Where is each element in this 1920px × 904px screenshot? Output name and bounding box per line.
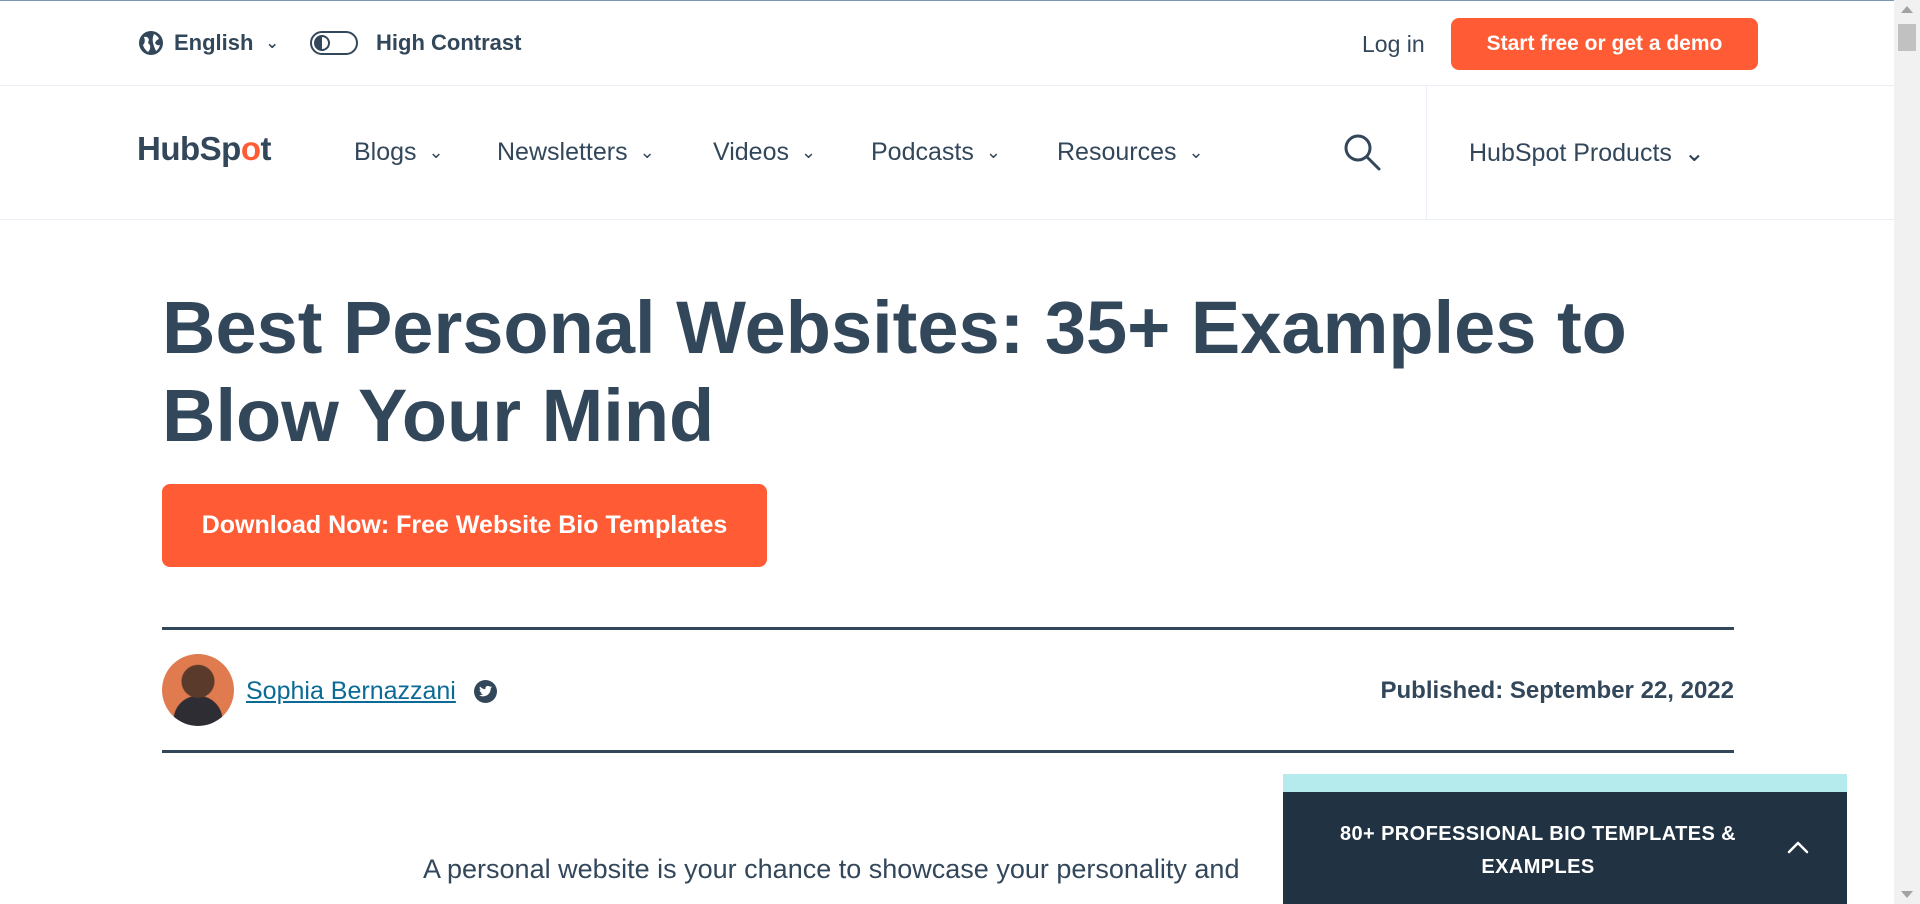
nav-item-videos[interactable]: Videos ⌄: [713, 138, 816, 167]
search-button[interactable]: [1342, 132, 1382, 172]
chevron-down-icon: ⌄: [1188, 142, 1204, 162]
nav-item-label: Videos: [713, 138, 789, 166]
vertical-scrollbar[interactable]: [1894, 0, 1920, 904]
nav-item-label: Newsletters: [497, 138, 628, 166]
language-label: English: [174, 30, 254, 55]
card-panel: 80+ PROFESSIONAL BIO TEMPLATES & EXAMPLE…: [1283, 792, 1847, 904]
nav-item-podcasts[interactable]: Podcasts ⌄: [871, 138, 1001, 167]
nav-divider: [1426, 86, 1427, 220]
nav-item-label: Resources: [1057, 138, 1177, 166]
scroll-down-arrow-icon[interactable]: [1901, 891, 1913, 898]
scroll-up-arrow-icon[interactable]: [1901, 6, 1913, 13]
chevron-down-icon: ⌄: [639, 142, 655, 162]
author-avatar: [162, 654, 234, 726]
published-date: Published: September 22, 2022: [1380, 677, 1734, 704]
hubspot-logo[interactable]: HubSpot: [137, 130, 271, 168]
card-accent-bar: [1283, 774, 1847, 792]
expand-button[interactable]: [1785, 834, 1811, 860]
page-title: Best Personal Websites: 35+ Examples to …: [162, 286, 1627, 457]
products-label: HubSpot Products: [1469, 138, 1672, 167]
author-link[interactable]: Sophia Bernazzani: [246, 677, 456, 706]
chevron-down-icon: ⌄: [265, 35, 279, 52]
chevron-down-icon: ⌄: [1683, 139, 1705, 167]
toggle-switch[interactable]: [310, 31, 358, 55]
high-contrast-label: High Contrast: [376, 30, 522, 55]
nav-item-resources[interactable]: Resources ⌄: [1057, 138, 1204, 167]
utility-bar: English ⌄ High Contrast Log in Start fre…: [0, 1, 1894, 86]
scrollbar-thumb[interactable]: [1898, 24, 1916, 51]
twitter-icon[interactable]: [474, 680, 497, 703]
nav-item-newsletters[interactable]: Newsletters ⌄: [497, 138, 655, 167]
divider-top: [162, 627, 1734, 630]
hubspot-products-menu[interactable]: HubSpot Products ⌄: [1469, 138, 1705, 168]
chevron-down-icon: ⌄: [801, 142, 817, 162]
logo-text: HubSp: [137, 130, 241, 167]
contrast-icon: [314, 35, 330, 51]
globe-icon: [139, 31, 163, 55]
card-title: 80+ PROFESSIONAL BIO TEMPLATES & EXAMPLE…: [1339, 823, 1736, 878]
chevron-down-icon: ⌄: [428, 142, 444, 162]
chevron-down-icon: ⌄: [985, 142, 1001, 162]
language-selector[interactable]: English ⌄: [138, 30, 279, 56]
main-navigation: HubSpot Blogs ⌄ Newsletters ⌄ Videos ⌄ P…: [0, 86, 1894, 220]
logo-sprocket: o: [240, 130, 261, 167]
chevron-up-icon: [1787, 841, 1809, 854]
nav-item-blogs[interactable]: Blogs ⌄: [354, 138, 444, 167]
bio-templates-card[interactable]: 80+ PROFESSIONAL BIO TEMPLATES & EXAMPLE…: [1283, 774, 1847, 904]
logo-text-end: t: [260, 130, 272, 167]
nav-item-label: Podcasts: [871, 138, 974, 166]
download-templates-button[interactable]: Download Now: Free Website Bio Templates: [162, 484, 767, 567]
nav-item-label: Blogs: [354, 138, 417, 166]
search-icon: [1344, 134, 1381, 171]
start-free-button[interactable]: Start free or get a demo: [1451, 18, 1758, 70]
divider-bottom: [162, 750, 1734, 753]
high-contrast-toggle[interactable]: High Contrast: [310, 30, 521, 56]
login-link[interactable]: Log in: [1362, 31, 1425, 58]
